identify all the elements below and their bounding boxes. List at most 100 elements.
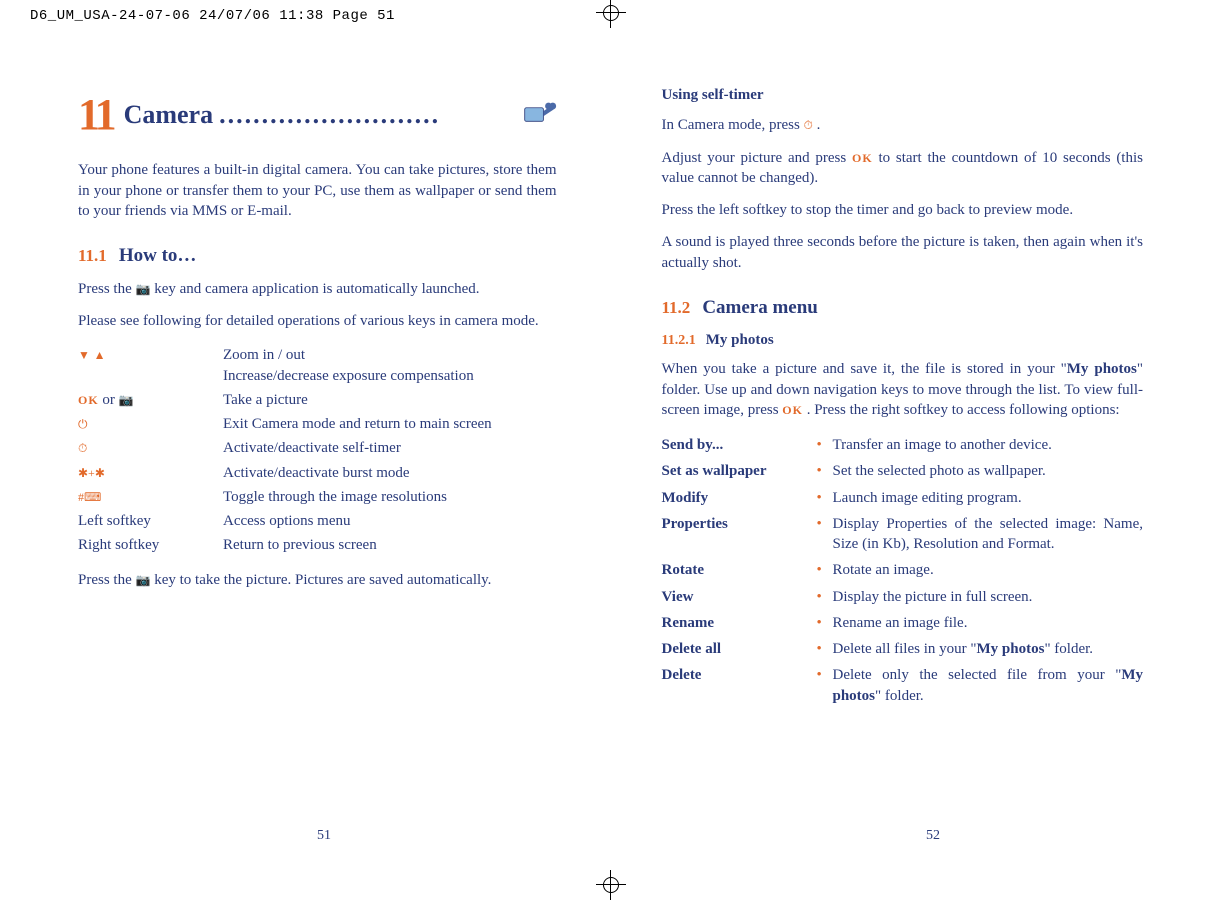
text-fragment: . Press the right softkey to access foll…	[803, 402, 1120, 418]
bullet-icon: •	[817, 485, 833, 511]
detailed-ops-paragraph: Please see following for detailed operat…	[78, 311, 557, 331]
table-row: OK or 📷 Take a picture	[78, 388, 557, 412]
bold-folder-name: My photos	[977, 641, 1045, 657]
bold-folder-name: My photos	[1067, 361, 1137, 377]
text-fragment: " folder.	[875, 688, 924, 704]
key-desc: Access options menu	[223, 509, 557, 533]
bullet-icon: •	[817, 458, 833, 484]
options-table: Send by...•Transfer an image to another …	[662, 432, 1144, 709]
page-number-left: 51	[317, 828, 331, 844]
key-desc: Zoom in / out	[223, 345, 557, 365]
section-number: 11.1	[78, 245, 107, 268]
option-name: View	[662, 584, 817, 610]
page-left: 11 Camera .......................... You…	[0, 55, 612, 898]
option-desc: Rotate an image.	[833, 557, 1144, 583]
subsection-number: 11.2.1	[662, 332, 696, 351]
table-row: View•Display the picture in full screen.	[662, 584, 1144, 610]
up-arrow-icon: ▲	[94, 348, 106, 362]
option-name: Properties	[662, 511, 817, 558]
table-row: Set as wallpaper•Set the selected photo …	[662, 458, 1144, 484]
hangup-key-icon: ⏻	[78, 417, 88, 431]
section-title: How to…	[119, 243, 197, 269]
my-photos-paragraph: When you take a picture and save it, the…	[662, 359, 1144, 420]
table-row: ⏱ Activate/deactivate self-timer	[78, 436, 557, 460]
key-desc: Exit Camera mode and return to main scre…	[223, 412, 557, 436]
section-title: Camera menu	[702, 295, 818, 321]
option-desc: Delete all files in your "My photos" fol…	[833, 636, 1144, 662]
key-desc: Return to previous screen	[223, 533, 557, 557]
text-fragment: Press the	[78, 281, 136, 297]
ok-key-icon: OK	[78, 393, 99, 407]
option-name: Set as wallpaper	[662, 458, 817, 484]
text-fragment: or	[99, 392, 119, 408]
camera-key-icon: 📷	[136, 282, 151, 296]
section-number: 11.2	[662, 297, 691, 320]
option-desc: Display Properties of the selected image…	[833, 511, 1144, 558]
table-row: Send by...•Transfer an image to another …	[662, 432, 1144, 458]
down-arrow-icon: ▼	[78, 348, 90, 362]
bullet-icon: •	[817, 662, 833, 709]
option-desc: Delete only the selected file from your …	[833, 662, 1144, 709]
page-right: Using self-timer In Camera mode, press ⏱…	[612, 55, 1223, 898]
key-table: ▼ ▲ Zoom in / out Increase/decrease expo…	[78, 343, 557, 557]
bullet-icon: •	[817, 511, 833, 558]
table-row: Delete all • Delete all files in your "M…	[662, 636, 1144, 662]
option-name: Send by...	[662, 432, 817, 458]
text-fragment: key and camera application is automatica…	[150, 281, 479, 297]
table-row: Properties•Display Properties of the sel…	[662, 511, 1144, 558]
key-desc: Activate/deactivate self-timer	[223, 436, 557, 460]
bullet-icon: •	[817, 636, 833, 662]
page-number-right: 52	[926, 828, 940, 844]
section-11-2-heading: 11.2 Camera menu	[662, 295, 1144, 321]
option-name: Rotate	[662, 557, 817, 583]
camera-key-icon: 📷	[136, 573, 151, 587]
key-desc: Increase/decrease exposure compensation	[223, 366, 557, 386]
key-desc: Toggle through the image resolutions	[223, 485, 557, 509]
table-row: ▼ ▲ Zoom in / out Increase/decrease expo…	[78, 343, 557, 388]
option-name: Delete all	[662, 636, 817, 662]
key-desc: Take a picture	[223, 388, 557, 412]
table-row: Right softkey Return to previous screen	[78, 533, 557, 557]
bullet-icon: •	[817, 610, 833, 636]
key-label: Right softkey	[78, 533, 223, 557]
table-row: Rotate•Rotate an image.	[662, 557, 1144, 583]
key-desc: Activate/deactivate burst mode	[223, 461, 557, 485]
table-row: Modify•Launch image editing program.	[662, 485, 1144, 511]
bullet-icon: •	[817, 584, 833, 610]
ok-key-icon: OK	[782, 403, 803, 417]
ok-key-icon: OK	[852, 151, 873, 165]
option-desc: Launch image editing program.	[833, 485, 1144, 511]
print-meta-line: D6_UM_USA-24-07-06 24/07/06 11:38 Page 5…	[30, 8, 395, 24]
text-fragment: Press the	[78, 572, 136, 588]
table-row: Left softkey Access options menu	[78, 509, 557, 533]
text-fragment: Delete all files in your "	[833, 641, 977, 657]
chapter-number: 11	[78, 85, 114, 144]
text-fragment: " folder.	[1044, 641, 1093, 657]
chapter-title: Camera	[124, 97, 214, 132]
table-row: Rename•Rename an image file.	[662, 610, 1144, 636]
bullet-icon: •	[817, 557, 833, 583]
self-timer-p2: Adjust your picture and press OK to star…	[662, 148, 1144, 189]
option-name: Delete	[662, 662, 817, 709]
option-desc: Transfer an image to another device.	[833, 432, 1144, 458]
self-timer-p3: Press the left softkey to stop the timer…	[662, 200, 1144, 220]
bullet-icon: •	[817, 432, 833, 458]
subsection-11-2-1-heading: 11.2.1 My photos	[662, 330, 1144, 351]
section-11-1-heading: 11.1 How to…	[78, 243, 557, 269]
take-picture-paragraph: Press the 📷 key to take the picture. Pic…	[78, 570, 557, 590]
option-name: Modify	[662, 485, 817, 511]
camera-key-icon: 📷	[119, 393, 134, 407]
camcorder-icon	[523, 98, 557, 132]
text-fragment: Delete only the selected file from your …	[833, 667, 1122, 683]
option-name: Rename	[662, 610, 817, 636]
timer-key-icon: ⏱	[804, 118, 813, 132]
crop-mark-top	[596, 0, 626, 28]
table-row: ⏻ Exit Camera mode and return to main sc…	[78, 412, 557, 436]
option-desc: Display the picture in full screen.	[833, 584, 1144, 610]
table-row: Delete • Delete only the selected file f…	[662, 662, 1144, 709]
timer-key-icon: ⏱	[78, 441, 87, 455]
leader-dots: ..........................	[213, 97, 522, 132]
star-key-icon: ✱+✱	[78, 466, 105, 480]
option-desc: Rename an image file.	[833, 610, 1144, 636]
hash-key-icon: #⌨	[78, 490, 101, 504]
